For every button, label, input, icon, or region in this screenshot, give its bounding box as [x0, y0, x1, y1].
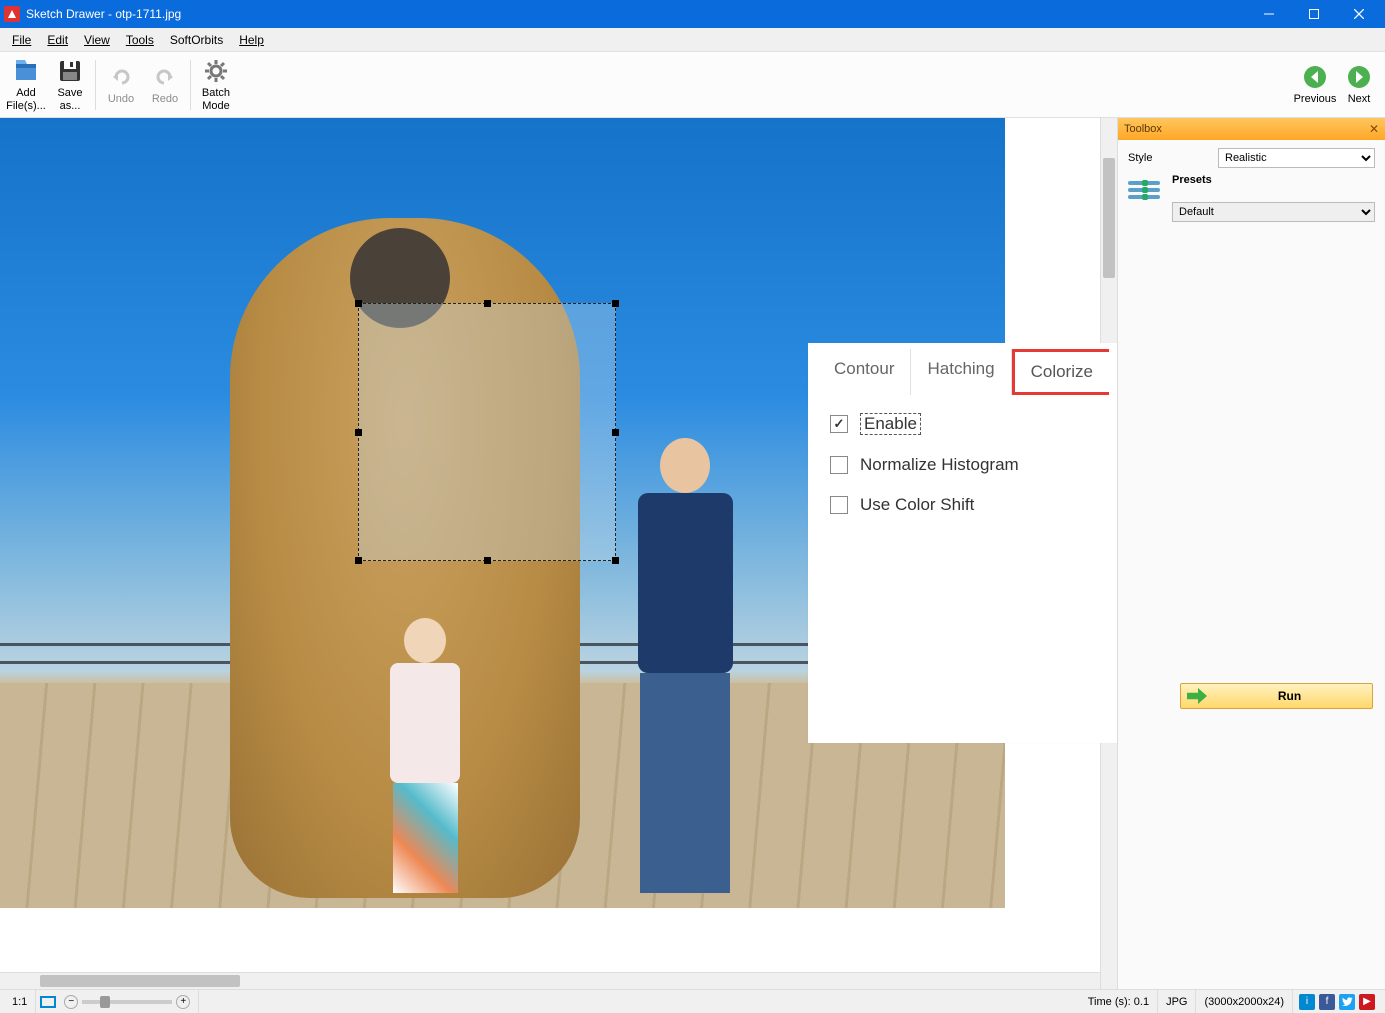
- status-time: Time (s): 0.1: [1080, 990, 1158, 1013]
- enable-checkbox[interactable]: Enable: [830, 413, 1117, 435]
- toolbox-panel: Toolbox ✕ Style Realistic Presets Defaul…: [1117, 118, 1385, 989]
- menubar: File Edit View Tools SoftOrbits Help: [0, 28, 1385, 52]
- workspace: Contour Hatching Colorize Enable Normali…: [0, 118, 1385, 989]
- close-button[interactable]: [1336, 0, 1381, 28]
- youtube-icon[interactable]: ▶: [1359, 994, 1375, 1010]
- twitter-icon[interactable]: [1339, 994, 1355, 1010]
- run-arrow-icon: [1187, 688, 1207, 704]
- zoom-slider[interactable]: [82, 1000, 172, 1004]
- add-files-button[interactable]: Add File(s)...: [4, 55, 48, 115]
- previous-icon: [1301, 63, 1329, 91]
- save-as-button[interactable]: Save as...: [48, 55, 92, 115]
- canvas-area[interactable]: Contour Hatching Colorize Enable Normali…: [0, 118, 1117, 989]
- tab-colorize[interactable]: Colorize: [1012, 349, 1109, 395]
- menu-view[interactable]: View: [76, 30, 118, 50]
- next-button[interactable]: Next: [1337, 55, 1381, 115]
- redo-icon: [151, 63, 179, 91]
- presets-select[interactable]: Default: [1172, 202, 1375, 222]
- menu-help[interactable]: Help: [231, 30, 272, 50]
- style-label: Style: [1128, 152, 1218, 164]
- presets-label: Presets: [1172, 174, 1375, 186]
- next-icon: [1345, 63, 1373, 91]
- horizontal-scrollbar[interactable]: [0, 972, 1100, 989]
- save-icon: [56, 57, 84, 85]
- toolbar: Add File(s)... Save as... Undo Redo Batc…: [0, 52, 1385, 118]
- menu-edit[interactable]: Edit: [39, 30, 76, 50]
- previous-button[interactable]: Previous: [1293, 55, 1337, 115]
- statusbar: 1:1 − + Time (s): 0.1 JPG (3000x2000x24)…: [0, 989, 1385, 1013]
- tab-hatching[interactable]: Hatching: [911, 349, 1011, 395]
- info-icon[interactable]: i: [1299, 994, 1315, 1010]
- checkbox-icon: [830, 456, 848, 474]
- zoom-out-button[interactable]: −: [64, 995, 78, 1009]
- menu-softorbits[interactable]: SoftOrbits: [162, 30, 231, 50]
- zoom-ratio[interactable]: 1:1: [4, 990, 36, 1013]
- use-color-shift-checkbox[interactable]: Use Color Shift: [830, 495, 1117, 515]
- toolbox-close-icon[interactable]: ✕: [1369, 122, 1379, 136]
- facebook-icon[interactable]: f: [1319, 994, 1335, 1010]
- minimize-button[interactable]: [1246, 0, 1291, 28]
- redo-button[interactable]: Redo: [143, 55, 187, 115]
- style-select[interactable]: Realistic: [1218, 148, 1375, 168]
- sliders-icon: [1128, 178, 1160, 202]
- status-format: JPG: [1158, 990, 1196, 1013]
- menu-file[interactable]: File: [4, 30, 39, 50]
- toolbox-header: Toolbox ✕: [1118, 118, 1385, 140]
- window-title: Sketch Drawer - otp-1711.jpg: [26, 7, 1246, 21]
- app-icon: [4, 6, 20, 22]
- fit-to-screen-icon[interactable]: [40, 996, 56, 1008]
- run-button[interactable]: Run: [1180, 683, 1373, 709]
- colorize-settings-panel: Contour Hatching Colorize Enable Normali…: [808, 343, 1117, 743]
- batch-mode-button[interactable]: Batch Mode: [194, 55, 238, 115]
- checkbox-icon: [830, 415, 848, 433]
- add-files-icon: [12, 57, 40, 85]
- tab-contour[interactable]: Contour: [818, 349, 911, 395]
- status-dimensions: (3000x2000x24): [1196, 990, 1293, 1013]
- normalize-histogram-checkbox[interactable]: Normalize Histogram: [830, 455, 1117, 475]
- menu-tools[interactable]: Tools: [118, 30, 162, 50]
- zoom-in-button[interactable]: +: [176, 995, 190, 1009]
- gear-icon: [202, 57, 230, 85]
- checkbox-icon: [830, 496, 848, 514]
- titlebar: Sketch Drawer - otp-1711.jpg: [0, 0, 1385, 28]
- selection-rectangle[interactable]: [358, 303, 616, 561]
- undo-button[interactable]: Undo: [99, 55, 143, 115]
- undo-icon: [107, 63, 135, 91]
- maximize-button[interactable]: [1291, 0, 1336, 28]
